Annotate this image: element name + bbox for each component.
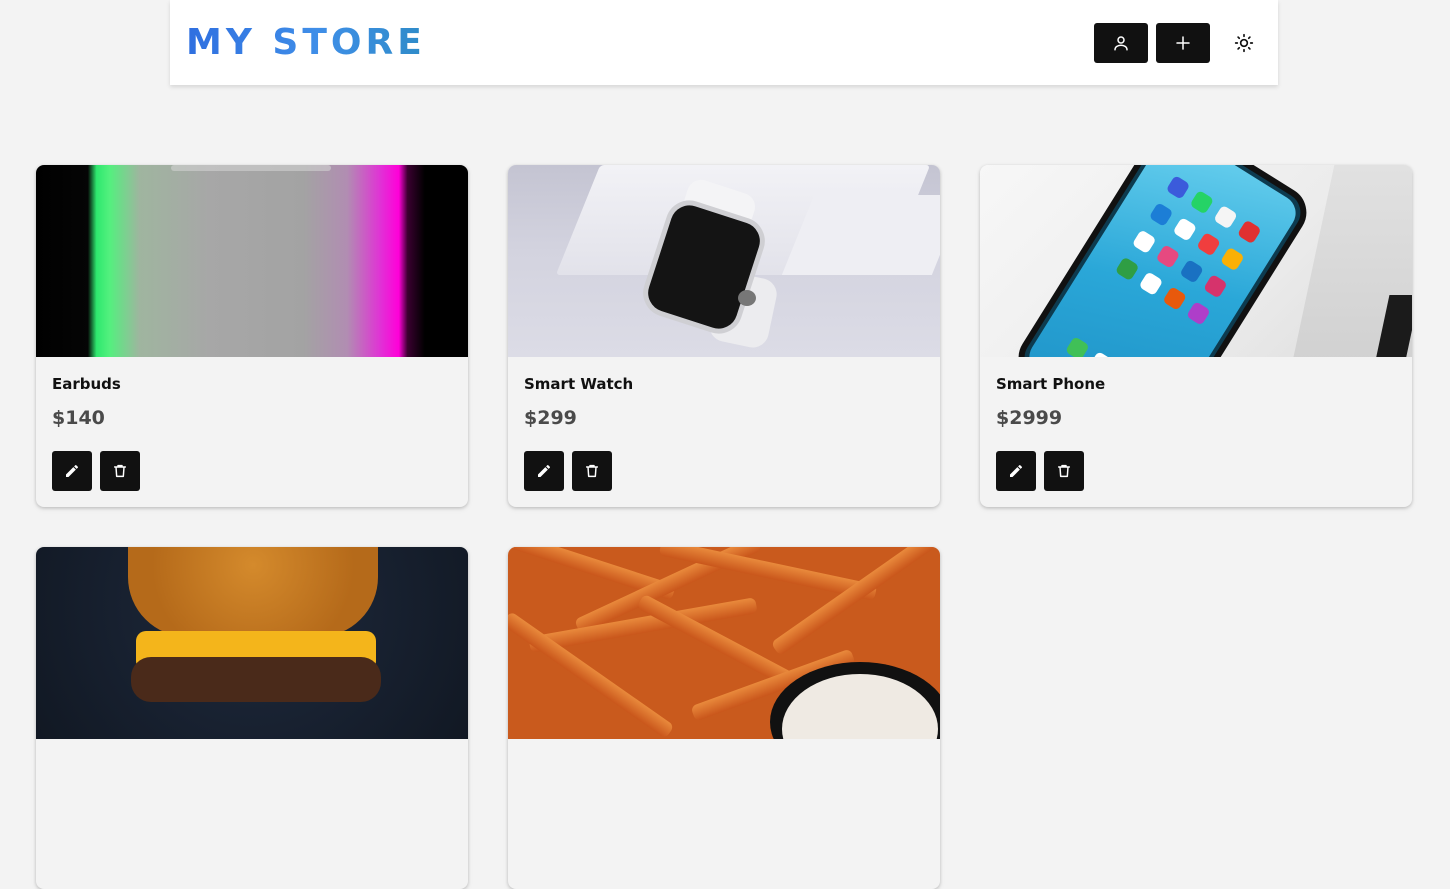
product-image-fries [508, 547, 940, 739]
pencil-icon [1010, 464, 1023, 477]
product-name: Smart Phone [996, 375, 1106, 393]
theme-toggle-button[interactable] [1226, 23, 1262, 63]
product-image-earbuds [36, 165, 468, 357]
delete-button[interactable] [100, 451, 140, 491]
product-image-smart-phone [980, 165, 1412, 357]
add-product-button[interactable] [1156, 22, 1210, 63]
sun-icon [1234, 33, 1254, 52]
product-name: Earbuds [52, 375, 121, 393]
edit-button[interactable] [52, 451, 92, 491]
store-logo[interactable]: MY STORE [186, 22, 426, 63]
product-card [508, 547, 940, 889]
pencil-icon [66, 464, 79, 477]
trash-icon [585, 464, 599, 478]
edit-button[interactable] [524, 451, 564, 491]
product-card [36, 547, 468, 889]
top-navbar: MY STORE [170, 0, 1278, 85]
product-card: Earbuds $140 [36, 165, 468, 507]
trash-icon [113, 464, 127, 478]
product-image-smart-watch [508, 165, 940, 357]
user-icon [1114, 35, 1128, 50]
profile-button[interactable] [1094, 22, 1148, 63]
product-card: Smart Phone $2999 [980, 165, 1412, 507]
product-card: Smart Watch $299 [508, 165, 940, 507]
product-price: $2999 [996, 407, 1063, 429]
trash-icon [1057, 464, 1071, 478]
product-actions [524, 451, 612, 491]
pencil-icon [538, 464, 551, 477]
product-actions [52, 451, 140, 491]
product-name: Smart Watch [524, 375, 634, 393]
delete-button[interactable] [1044, 451, 1084, 491]
plus-icon [1176, 35, 1190, 50]
product-actions [996, 451, 1084, 491]
delete-button[interactable] [572, 451, 612, 491]
product-image-burger [36, 547, 468, 739]
edit-button[interactable] [996, 451, 1036, 491]
product-price: $140 [52, 407, 105, 429]
product-price: $299 [524, 407, 577, 429]
header-actions [1094, 22, 1262, 63]
